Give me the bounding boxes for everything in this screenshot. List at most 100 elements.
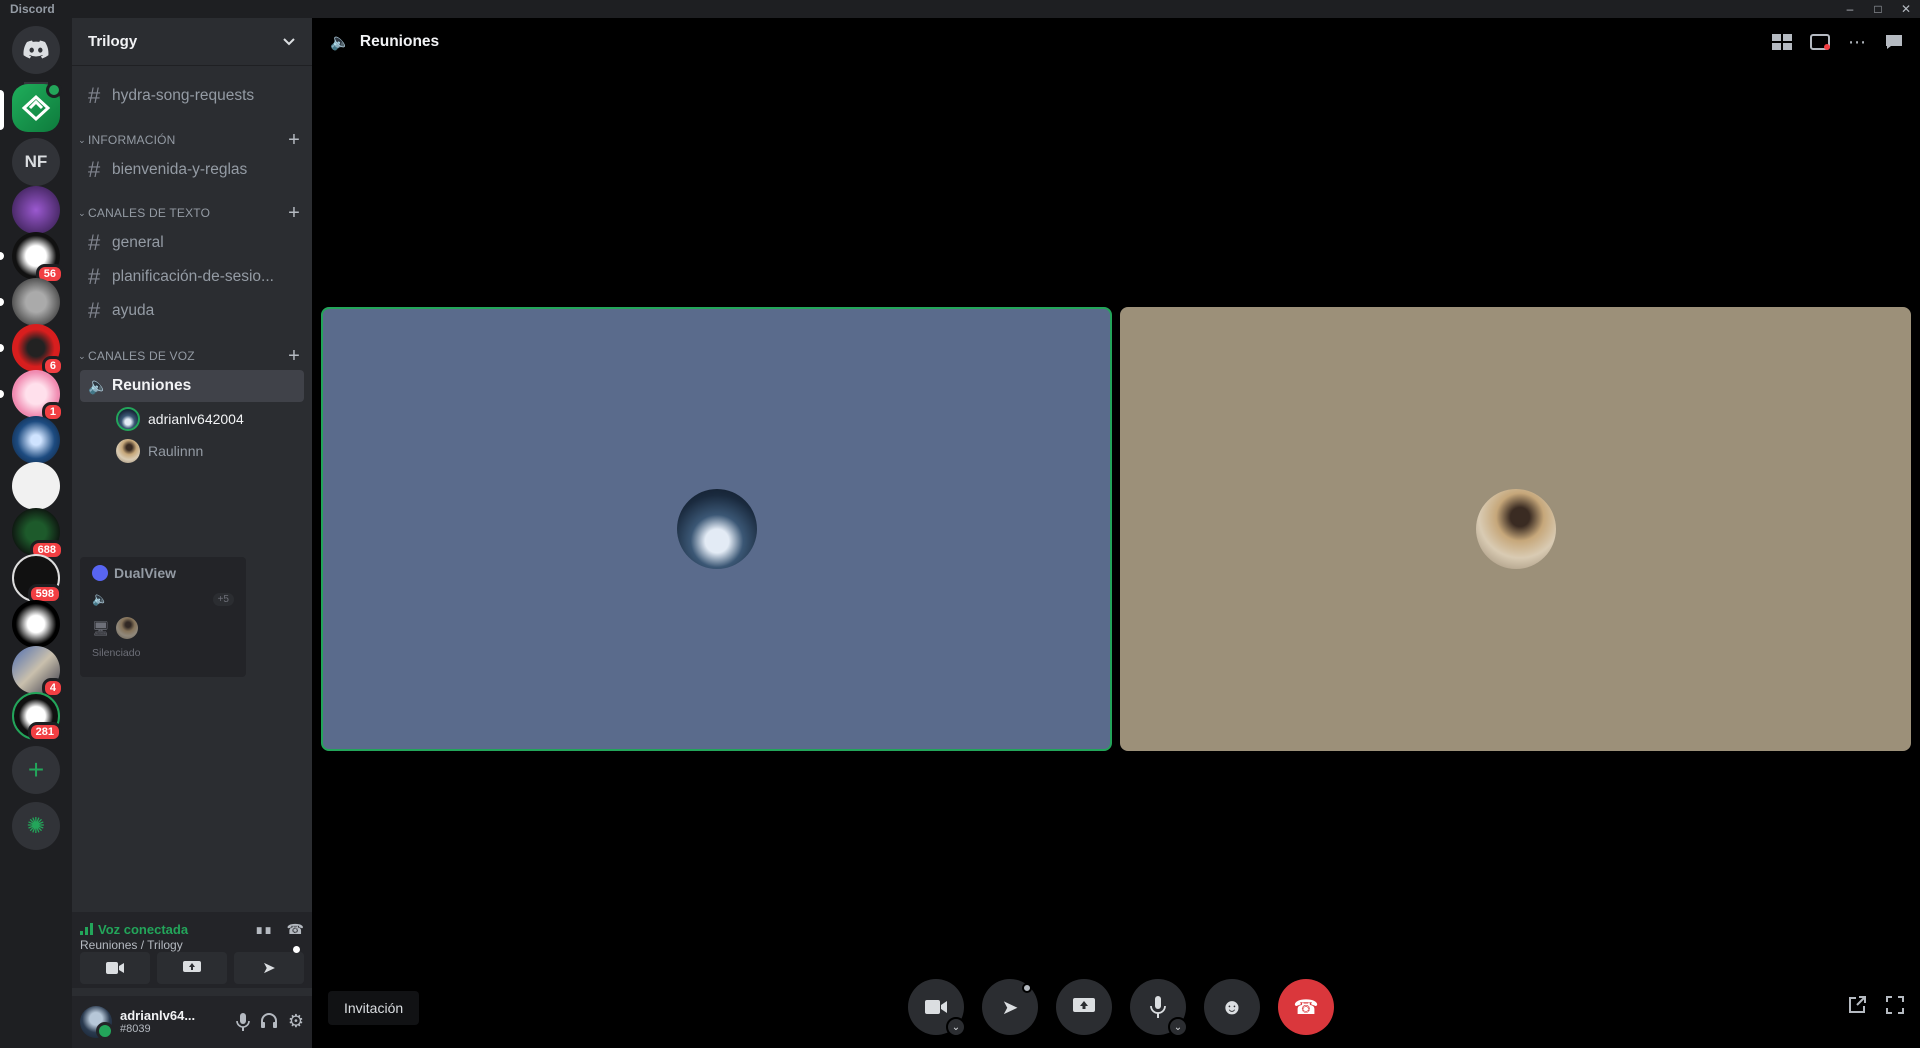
voice-stage: 🔈 Reuniones ⋯ Invitación ⌄ ➤ ⌄ ☻ ☎	[312, 18, 1920, 1048]
explore-servers-button[interactable]: ✺	[12, 802, 60, 850]
speaker-icon: 🔈	[88, 378, 108, 395]
screen-share-icon	[183, 961, 201, 972]
grid-layout-icon[interactable]	[1772, 34, 1792, 50]
title-bar: Discord – □ ✕	[0, 0, 1920, 18]
maximize-button[interactable]: □	[1864, 0, 1892, 18]
minimize-button[interactable]: –	[1836, 0, 1864, 18]
popout-icon[interactable]	[1848, 996, 1866, 1014]
guild-name: Trilogy	[88, 33, 138, 50]
compass-icon: ✺	[26, 813, 46, 838]
add-channel-icon[interactable]: +	[288, 202, 304, 225]
camera-icon	[106, 962, 124, 974]
rocket-icon: ➤	[262, 960, 276, 977]
invite-button[interactable]: Invitación	[328, 991, 420, 1025]
server-icon-3[interactable]	[12, 186, 60, 234]
channel-label: ayuda	[112, 302, 155, 319]
user-info[interactable]: adrianlv64... #8039	[120, 1008, 195, 1036]
microphone-icon[interactable]	[236, 1013, 250, 1031]
user-tag: #8039	[120, 1023, 151, 1035]
server-icon-4[interactable]: 56	[12, 232, 64, 284]
channel-label: planificación-de-sesio...	[112, 268, 274, 285]
screen-share-icon: 🖥	[92, 619, 110, 636]
server-icon-14[interactable]: 281	[12, 692, 62, 742]
server-icon-9[interactable]	[12, 462, 60, 510]
add-channel-icon[interactable]: +	[288, 345, 304, 368]
voice-status[interactable]: Voz conectada	[98, 922, 188, 937]
chevron-down-icon: ⌄	[78, 134, 86, 145]
server-icon-11[interactable]: 598	[12, 554, 62, 604]
category-canales-de-voz[interactable]: ⌄ CANALES DE VOZ +	[76, 345, 304, 368]
camera-icon	[925, 1000, 947, 1014]
voice-user[interactable]: adrianlv642004	[116, 405, 244, 433]
voice-user-name: Raulinnn	[148, 443, 204, 459]
channel-label: hydra-song-requests	[112, 87, 255, 104]
chevron-down-icon: ⌄	[78, 207, 86, 218]
activity-status: Silenciado	[92, 647, 141, 659]
voice-location: Reuniones / Trilogy	[80, 938, 183, 952]
activity-button[interactable]: ➤	[234, 946, 304, 984]
category-informacion[interactable]: ⌄ INFORMACIÓN +	[76, 129, 304, 152]
server-icon-13[interactable]: 4	[12, 646, 64, 698]
disconnect-icon[interactable]: ☎	[287, 921, 304, 938]
microphone-button[interactable]: ⌄	[1130, 979, 1188, 1037]
channel-general[interactable]: # general	[80, 227, 304, 259]
camera-button[interactable]: ⌄	[908, 979, 966, 1037]
share-screen-button[interactable]	[157, 952, 227, 984]
share-screen-button[interactable]	[1056, 979, 1112, 1035]
app-title: Discord	[10, 2, 55, 16]
camera-button[interactable]	[80, 952, 150, 984]
guild-header[interactable]: Trilogy	[72, 18, 312, 66]
avatar	[115, 617, 138, 639]
voice-user[interactable]: Raulinnn	[116, 437, 203, 465]
microphone-icon	[1150, 996, 1166, 1018]
channel-label: general	[112, 234, 164, 251]
server-icon-10[interactable]: 688	[12, 508, 64, 560]
selected-server-pill	[0, 90, 4, 130]
participant-tile[interactable]	[1120, 307, 1911, 751]
server-nf[interactable]: NF	[12, 138, 60, 186]
close-window-button[interactable]: ✕	[1892, 0, 1920, 18]
voice-connection-panel: Voz conectada ∎∎ ☎ Reuniones / Trilogy ➤	[72, 912, 312, 988]
channel-bienvenida-y-reglas[interactable]: # bienvenida-y-reglas	[80, 154, 304, 186]
fullscreen-icon[interactable]	[1886, 996, 1904, 1014]
more-options-icon[interactable]: ⋯	[1848, 33, 1866, 51]
soundboard-button[interactable]: ☻	[1204, 979, 1260, 1035]
server-icon-12[interactable]	[12, 600, 60, 648]
add-channel-icon[interactable]: +	[288, 129, 304, 152]
headphones-icon[interactable]	[260, 1013, 278, 1029]
server-trilogy[interactable]	[12, 82, 62, 132]
dualview-activity-card[interactable]: DualView 🔈 +5 🖥 Silenciado	[80, 557, 246, 677]
channel-planificacion[interactable]: # planificación-de-sesio...	[80, 261, 304, 293]
chevron-down-icon[interactable]: ⌄	[946, 1017, 966, 1037]
server-icon-8[interactable]	[12, 416, 60, 464]
channel-hydra-song-requests[interactable]: # hydra-song-requests	[80, 80, 304, 112]
activity-button[interactable]: ➤	[982, 979, 1038, 1035]
channel-label: bienvenida-y-reglas	[112, 161, 248, 178]
chevron-down-icon[interactable]: ⌄	[1168, 1017, 1188, 1037]
screen-share-icon	[1073, 998, 1095, 1012]
rocket-icon: ➤	[1001, 996, 1019, 1019]
voice-channel-reuniones[interactable]: 🔈 Reuniones	[80, 370, 304, 402]
chat-icon[interactable]	[1884, 34, 1904, 50]
signal-icon	[80, 923, 93, 935]
channel-label: Reuniones	[112, 377, 192, 394]
hash-icon: #	[88, 83, 101, 108]
server-icon-5[interactable]	[12, 278, 60, 326]
server-icon-6[interactable]: 6	[12, 324, 64, 376]
plus-icon: +	[27, 754, 45, 785]
unread-pill	[0, 390, 4, 398]
channel-ayuda[interactable]: # ayuda	[80, 295, 304, 327]
add-server-button[interactable]: +	[12, 746, 60, 794]
avatar[interactable]	[80, 1006, 114, 1040]
gear-icon[interactable]: ⚙	[288, 1012, 304, 1031]
server-icon-7[interactable]: 1	[12, 370, 64, 422]
disconnect-button[interactable]: ☎	[1278, 979, 1334, 1035]
direct-messages-button[interactable]	[12, 26, 60, 74]
category-canales-de-texto[interactable]: ⌄ CANALES DE TEXTO +	[76, 202, 304, 225]
noise-suppression-icon[interactable]: ∎∎	[255, 921, 273, 938]
hash-icon: #	[88, 298, 101, 323]
unread-pill	[0, 344, 4, 352]
participant-tile[interactable]	[321, 307, 1112, 751]
avatar	[676, 489, 757, 569]
popout-window-icon[interactable]	[1810, 34, 1830, 50]
